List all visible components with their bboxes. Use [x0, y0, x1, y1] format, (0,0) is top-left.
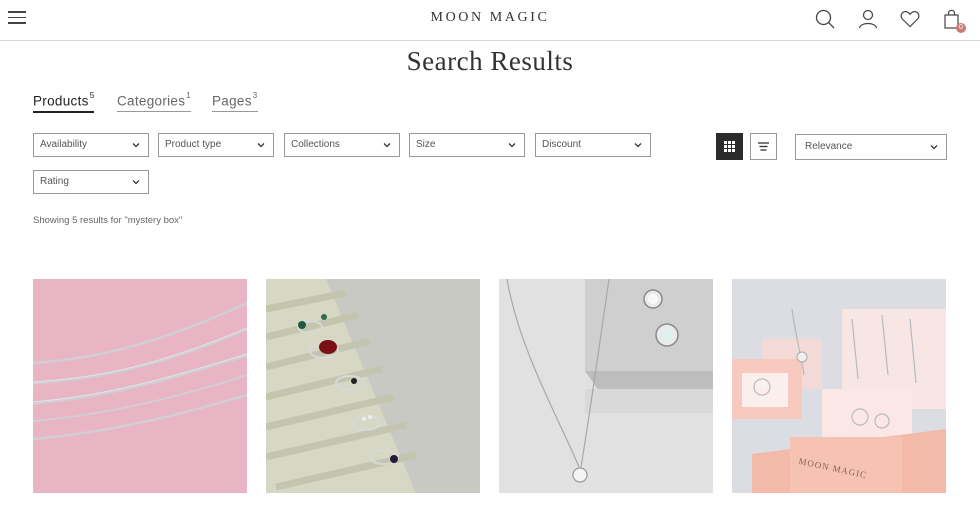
list-view-button[interactable] — [750, 133, 777, 160]
results-count-text: Showing 5 results for "mystery box" — [33, 215, 183, 226]
filter-label: Rating — [40, 176, 69, 187]
product-card-image[interactable]: MOON MAGIC — [732, 279, 946, 493]
filter-label: Availability — [40, 139, 88, 150]
silver-chains-image — [33, 279, 247, 493]
chevron-down-icon — [930, 145, 938, 150]
pendant-earrings-image — [499, 279, 713, 493]
cart-count-badge: 0 — [956, 23, 966, 33]
account-icon[interactable] — [857, 8, 879, 30]
product-card-image[interactable] — [499, 279, 713, 493]
ring-tray-image — [266, 279, 480, 493]
filter-label: Size — [416, 139, 436, 150]
grid-view-icon — [724, 141, 735, 152]
chevron-down-icon — [132, 143, 140, 148]
filter-size[interactable]: Size — [409, 133, 525, 157]
filter-label: Collections — [291, 139, 340, 150]
tab-label: Categories — [117, 93, 186, 109]
page-title: Search Results — [406, 46, 574, 76]
filter-product-type[interactable]: Product type — [158, 133, 274, 157]
sort-select[interactable]: Relevance — [795, 134, 947, 160]
tab-categories[interactable]: Categories1 — [117, 91, 192, 112]
chevron-down-icon — [132, 180, 140, 185]
search-icon[interactable] — [814, 8, 836, 30]
tab-label: Products — [33, 93, 89, 109]
tab-count: 3 — [252, 91, 258, 100]
filter-label: Product type — [165, 139, 222, 150]
sort-label: Relevance — [805, 141, 853, 152]
cart-icon[interactable]: 0 — [941, 8, 966, 33]
grid-view-button[interactable] — [716, 133, 743, 160]
filter-collections[interactable]: Collections — [284, 133, 400, 157]
heart-icon[interactable] — [899, 8, 921, 30]
product-card-image[interactable] — [266, 279, 480, 493]
chevron-down-icon — [383, 143, 391, 148]
chevron-down-icon — [634, 143, 642, 148]
tab-count: 1 — [186, 91, 192, 100]
filter-label: Discount — [542, 139, 581, 150]
tab-label: Pages — [212, 93, 252, 109]
filter-rating[interactable]: Rating — [33, 170, 149, 194]
chevron-down-icon — [257, 143, 265, 148]
filter-availability[interactable]: Availability — [33, 133, 149, 157]
filter-discount[interactable]: Discount — [535, 133, 651, 157]
gift-boxes-image: MOON MAGIC — [732, 279, 946, 493]
tab-pages[interactable]: Pages3 — [212, 91, 258, 112]
tab-products[interactable]: Products5 — [33, 91, 95, 113]
list-view-icon — [758, 142, 769, 151]
tab-count: 5 — [89, 91, 95, 100]
site-header: MOON MAGIC 0 — [0, 0, 980, 41]
chevron-down-icon — [508, 143, 516, 148]
product-card-image[interactable] — [33, 279, 247, 493]
